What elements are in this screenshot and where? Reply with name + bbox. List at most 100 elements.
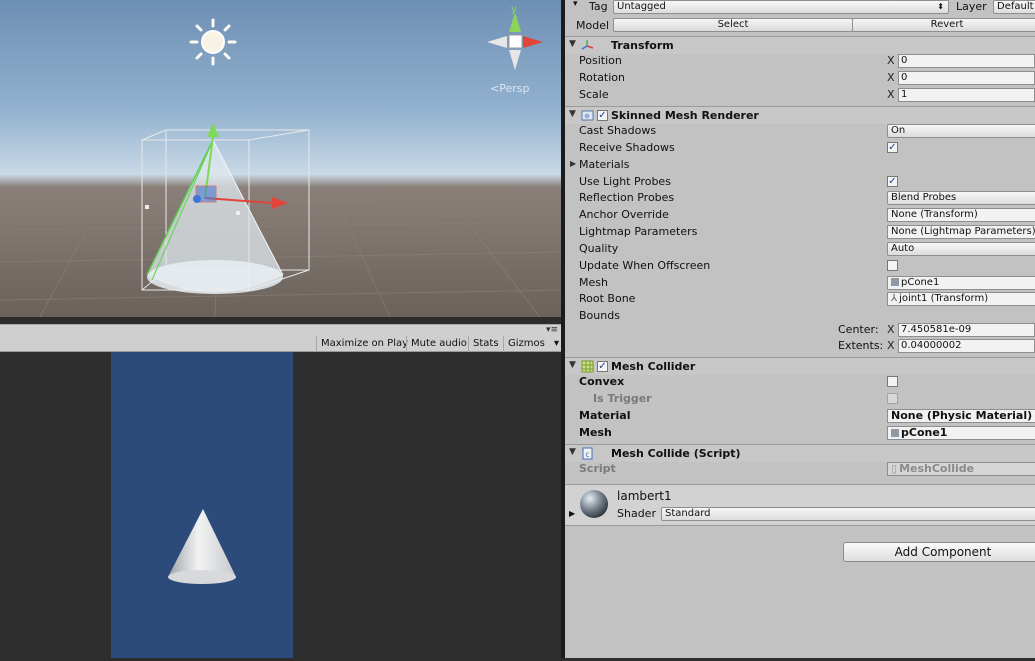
mesh-collider-header[interactable]: ▼ ✓ Mesh Collider (565, 357, 1035, 375)
scene-view[interactable]: y <Persp (0, 0, 563, 317)
root-bone-field[interactable]: ⅄ joint1 (Transform) (887, 292, 1035, 306)
game-camera-viewport (111, 352, 293, 658)
use-light-probes-row: Use Light Probes ✓ (565, 174, 1035, 190)
gizmos-dropdown[interactable]: Gizmos ▾ (503, 336, 563, 353)
material-sphere-icon (580, 490, 608, 518)
use-light-probes-checkbox[interactable]: ✓ (887, 176, 898, 187)
center-label: Center: (838, 323, 879, 336)
transform-header[interactable]: ▼ Transform (565, 36, 1035, 54)
cast-shadows-label: Cast Shadows (579, 124, 657, 137)
add-component-button[interactable]: Add Component (843, 542, 1035, 562)
script-icon: c (582, 447, 593, 460)
mesh-collider-icon (581, 360, 594, 373)
layer-dropdown[interactable]: Default (993, 0, 1035, 14)
select-button[interactable]: Select (613, 18, 853, 32)
mesh-collider-title: Mesh Collider (611, 360, 696, 373)
anchor-override-row: Anchor Override None (Transform) (565, 207, 1035, 223)
mesh-label: Mesh (579, 276, 608, 289)
dropdown-arrow-icon: ▾ (573, 0, 578, 9)
foldout-arrow-icon[interactable]: ▶ (569, 509, 575, 518)
scene-canvas[interactable]: y (0, 0, 563, 317)
tag-layer-row: ▾ Tag Untagged ⬍ Layer Default (565, 0, 1035, 16)
position-label: Position (579, 54, 622, 67)
mute-audio-toggle[interactable]: Mute audio (406, 336, 471, 353)
skinned-mesh-renderer-header[interactable]: ▼ ✓ Skinned Mesh Renderer (565, 106, 1035, 124)
updown-arrow-icon: ⬍ (937, 2, 944, 11)
projection-label[interactable]: <Persp (490, 82, 529, 95)
transform-icon: ⅄ (891, 293, 898, 304)
stats-toggle[interactable]: Stats (468, 336, 503, 353)
materials-row[interactable]: ▶ Materials (565, 157, 1035, 173)
game-view-toolbar: ▾≡ Maximize on Play Mute audio Stats Giz… (0, 324, 563, 353)
scene-orientation-gizmo[interactable]: y (487, 4, 543, 70)
rotation-row: Rotation X 0 (565, 70, 1035, 86)
mesh-icon (891, 278, 899, 286)
quality-dropdown[interactable]: Auto (887, 242, 1035, 256)
anchor-override-field[interactable]: None (Transform) (887, 208, 1035, 222)
panel-menu-icon[interactable]: ▾≡ (546, 325, 558, 335)
transform-title: Transform (611, 39, 674, 52)
convex-checkbox[interactable] (887, 376, 898, 387)
update-offscreen-label: Update When Offscreen (579, 259, 711, 272)
bounds-extents-row: Extents: X 0.04000002 (565, 338, 1035, 354)
center-x-axis: X (887, 323, 895, 336)
collider-material-field[interactable]: None (Physic Material) (887, 409, 1035, 423)
script-field: ▯ MeshCollide (887, 462, 1035, 476)
shader-dropdown[interactable]: Standard (661, 507, 1035, 521)
mesh-icon (891, 429, 899, 437)
model-row: Model Select Revert (565, 17, 1035, 34)
foldout-arrow-icon[interactable]: ▼ (569, 109, 576, 119)
cone-mesh[interactable] (146, 139, 284, 294)
reflection-probes-dropdown[interactable]: Blend Probes (887, 191, 1035, 205)
mesh-row: Mesh pCone1 (565, 275, 1035, 291)
game-cone-render (168, 509, 236, 584)
bounds-label: Bounds (579, 309, 620, 322)
svg-text:c: c (585, 450, 590, 459)
scale-x-field[interactable]: 1 (898, 88, 1035, 102)
revert-button[interactable]: Revert (852, 18, 1035, 32)
rotation-x-axis: X (887, 71, 895, 84)
cast-shadows-dropdown[interactable]: On (887, 124, 1035, 138)
collider-mesh-field[interactable]: pCone1 (887, 426, 1035, 440)
inspector-panel: ▾ Tag Untagged ⬍ Layer Default Model Sel… (565, 0, 1035, 658)
scale-row: Scale X 1 (565, 87, 1035, 103)
material-preview-block[interactable]: ▶ lambert1 Shader Standard (565, 484, 1035, 526)
center-x-field[interactable]: 7.450581e-09 (898, 323, 1035, 337)
reflection-probes-label: Reflection Probes (579, 191, 675, 204)
skinned-mesh-renderer-enabled-checkbox[interactable]: ✓ (597, 110, 608, 121)
quality-row: Quality Auto (565, 241, 1035, 257)
scale-x-axis: X (887, 88, 895, 101)
collider-material-row: Material None (Physic Material) (565, 408, 1035, 424)
mesh-collider-enabled-checkbox[interactable]: ✓ (597, 361, 608, 372)
skinned-mesh-icon (581, 110, 594, 121)
extents-label: Extents: (838, 339, 884, 352)
quality-label: Quality (579, 242, 619, 255)
gizmo-y-label: y (511, 4, 517, 15)
mesh-collide-script-header[interactable]: ▼ c Mesh Collide (Script) (565, 444, 1035, 462)
foldout-arrow-icon[interactable]: ▼ (569, 360, 576, 370)
maximize-on-play-toggle[interactable]: Maximize on Play (316, 336, 412, 353)
game-view[interactable] (0, 352, 563, 658)
collider-mesh-value: pCone1 (901, 426, 948, 439)
mesh-value: pCone1 (901, 277, 940, 288)
tag-value: Untagged (617, 1, 666, 12)
lightmap-parameters-field[interactable]: None (Lightmap Parameters) (887, 225, 1035, 239)
lightmap-parameters-label: Lightmap Parameters (579, 225, 698, 238)
reflection-probes-row: Reflection Probes Blend Probes (565, 190, 1035, 206)
foldout-arrow-icon[interactable]: ▶ (570, 159, 576, 168)
shader-label: Shader (617, 507, 656, 520)
gizmos-label: Gizmos (508, 338, 545, 349)
rotation-x-field[interactable]: 0 (898, 71, 1035, 85)
script-file-icon: ▯ (891, 462, 898, 475)
foldout-arrow-icon[interactable]: ▼ (569, 39, 576, 49)
receive-shadows-checkbox[interactable]: ✓ (887, 142, 898, 153)
persp-text: Persp (499, 82, 530, 95)
layer-value: Default (997, 1, 1034, 12)
mesh-field[interactable]: pCone1 (887, 276, 1035, 290)
update-offscreen-checkbox[interactable] (887, 260, 898, 271)
directional-light-icon[interactable] (189, 18, 237, 66)
tag-dropdown[interactable]: Untagged ⬍ (613, 0, 949, 14)
extents-x-field[interactable]: 0.04000002 (898, 339, 1035, 353)
position-x-field[interactable]: 0 (898, 54, 1035, 68)
foldout-arrow-icon[interactable]: ▼ (569, 447, 576, 457)
